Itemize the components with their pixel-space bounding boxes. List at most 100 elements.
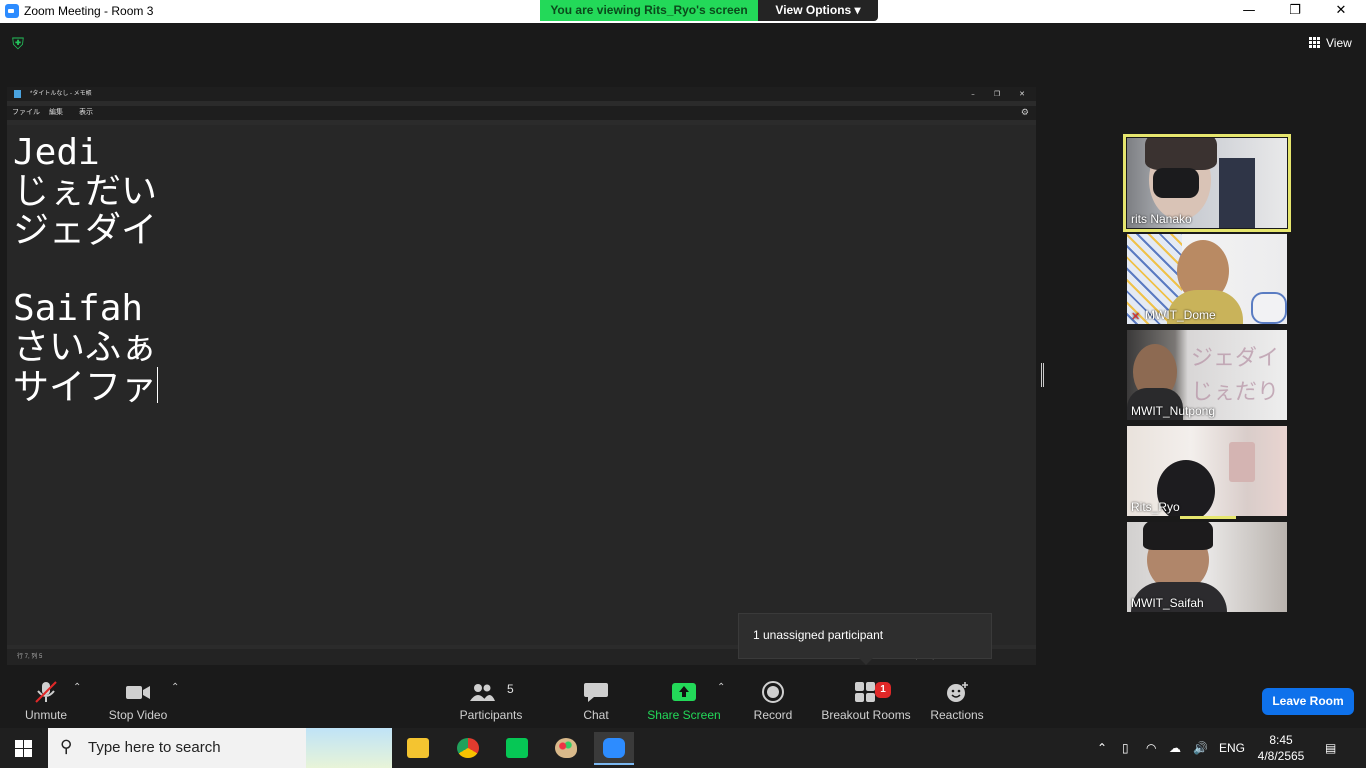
- breakout-rooms-label: Breakout Rooms: [821, 708, 911, 722]
- video-door: [1229, 442, 1255, 482]
- taskbar-paint[interactable]: [546, 732, 586, 765]
- video-background: [1219, 158, 1255, 228]
- share-screen-label: Share Screen: [647, 708, 721, 722]
- search-icon: ⚲: [60, 737, 73, 757]
- breakout-tooltip: 1 unassigned participant: [738, 613, 992, 665]
- participant-name-row: ✕ MWIT_Dome: [1131, 308, 1216, 323]
- grid-icon: [1309, 37, 1320, 48]
- panel-resize-handle[interactable]: [1041, 363, 1044, 387]
- muted-mic-icon: ✕: [1131, 310, 1141, 323]
- show-hidden-icons-chevron-icon[interactable]: ⌃: [1097, 728, 1107, 768]
- wifi-icon[interactable]: ◠: [1146, 728, 1156, 768]
- taskbar-search-box[interactable]: ⚲ Type here to search: [48, 728, 392, 768]
- view-label: View: [1326, 36, 1352, 50]
- window-title: Zoom Meeting - Room 3: [24, 4, 154, 18]
- muted-mic-icon: [35, 681, 57, 703]
- participant-name: Rits_Ryo: [1131, 500, 1180, 514]
- taskbar-chrome[interactable]: [448, 732, 488, 765]
- text-line: ジェダイ: [13, 210, 158, 251]
- notepad-menubar: ファイル 編集 表示 ⚙: [7, 106, 1036, 120]
- unmute-button[interactable]: Unmute: [10, 667, 82, 728]
- device-icon[interactable]: ▯: [1122, 728, 1129, 768]
- notepad-icon: [14, 90, 21, 98]
- text-line: サイファ: [13, 367, 158, 408]
- audio-options-chevron-icon[interactable]: ⌃: [73, 682, 81, 693]
- volume-icon[interactable]: 🔊: [1193, 728, 1208, 768]
- record-button[interactable]: Record: [743, 667, 803, 728]
- text-line: さいふぁ: [13, 327, 158, 368]
- participants-label: Participants: [459, 708, 523, 722]
- participant-name: rits Nanako: [1131, 212, 1192, 226]
- notepad-menu-file: ファイル: [12, 109, 40, 116]
- participant-name: MWIT_Saifah: [1131, 596, 1204, 610]
- notepad-menu-edit: 編集: [49, 109, 63, 116]
- share-screen-icon: [672, 683, 696, 701]
- share-screen-button[interactable]: Share Screen: [645, 667, 723, 728]
- taskbar-zoom[interactable]: [594, 732, 634, 765]
- video-mask: [1153, 168, 1199, 198]
- speaking-indicator: [1180, 516, 1236, 519]
- video-options-chevron-icon[interactable]: ⌃: [171, 682, 179, 693]
- text-line-last: サイファ: [13, 367, 1036, 407]
- unmute-label: Unmute: [24, 708, 68, 722]
- notepad-minimize-icon: –: [971, 90, 975, 98]
- stop-video-label: Stop Video: [108, 708, 168, 722]
- participant-tile-mwit-saifah[interactable]: MWIT_Saifah: [1127, 522, 1287, 612]
- leave-room-button[interactable]: Leave Room: [1262, 688, 1354, 715]
- share-options-chevron-icon[interactable]: ⌃: [717, 682, 725, 693]
- notepad-text-area: Jedi じぇだい ジェダイ Saifah さいふぁ サイファ: [7, 125, 1036, 645]
- text-cursor: [157, 367, 159, 403]
- view-layout-button[interactable]: View: [1300, 34, 1360, 52]
- taskbar-line[interactable]: [497, 732, 537, 765]
- taskbar-clock[interactable]: 8:45 4/8/2565: [1256, 732, 1306, 764]
- participants-count: 5: [507, 682, 514, 696]
- text-line: Jedi: [13, 132, 100, 173]
- participant-tile-mwit-nutpong[interactable]: ジェダイ じぇだり MWIT_Nutpong: [1127, 330, 1287, 420]
- notifications-icon[interactable]: ▤: [1325, 728, 1336, 768]
- participant-tile-rits-nanako[interactable]: rits Nanako: [1123, 134, 1291, 232]
- text-line: [13, 250, 1036, 289]
- notepad-settings-icon: ⚙: [1020, 108, 1029, 118]
- participant-name: MWIT_Nutpong: [1131, 404, 1216, 418]
- taskbar-file-explorer[interactable]: [398, 732, 438, 765]
- viewing-screen-banner: You are viewing Rits_Ryo's screen: [540, 0, 758, 21]
- windows-taskbar: ⚲ Type here to search ⌃ ▯ ◠ ☁ 🔊 ENG 8:45…: [0, 728, 1366, 768]
- windows-start-icon[interactable]: [15, 740, 32, 757]
- folder-icon: [407, 738, 429, 758]
- participant-tile-mwit-dome[interactable]: ✕ MWIT_Dome: [1127, 234, 1287, 324]
- video-hair: [1145, 138, 1217, 170]
- shared-screen: *タイトルなし - メモ帳 – ❐ ✕ ファイル 編集 表示 ⚙ Jedi じぇだ…: [7, 87, 1036, 665]
- search-placeholder: Type here to search: [88, 739, 221, 756]
- notepad-titlebar: *タイトルなし - メモ帳 – ❐ ✕: [7, 87, 1036, 101]
- clock-date: 4/8/2565: [1257, 749, 1305, 763]
- reactions-button[interactable]: Reactions: [926, 667, 988, 728]
- text-line: じぇだい: [13, 171, 158, 212]
- meeting-toolbar: Unmute ⌃ Stop Video ⌃ 5 Participants Cha…: [0, 667, 1366, 728]
- chat-bubble-icon: [584, 683, 608, 702]
- zoom-app-icon: [5, 4, 19, 18]
- line-icon: [506, 738, 528, 758]
- view-options-button[interactable]: View Options ▾: [758, 0, 878, 21]
- minimize-button[interactable]: —: [1226, 0, 1272, 23]
- zoom-icon: [603, 738, 625, 758]
- chat-label: Chat: [583, 708, 609, 722]
- breakout-rooms-button[interactable]: 1 Breakout Rooms: [818, 667, 914, 728]
- text-line: Saifah: [13, 288, 144, 329]
- paint-palette-icon: [555, 738, 577, 758]
- video-hair: [1143, 522, 1213, 550]
- stop-video-button[interactable]: Stop Video: [102, 667, 174, 728]
- video-camera-icon: [126, 686, 150, 699]
- chrome-icon: [457, 738, 479, 758]
- security-shield-icon[interactable]: ⛨: [12, 35, 28, 53]
- language-indicator[interactable]: ENG: [1219, 728, 1245, 768]
- chat-button[interactable]: Chat: [566, 667, 626, 728]
- participants-icon: [469, 684, 495, 701]
- breakout-badge: 1: [875, 682, 891, 698]
- participants-button[interactable]: 5 Participants: [452, 667, 530, 728]
- maximize-button[interactable]: ❐: [1272, 0, 1318, 23]
- clock-time: 8:45: [1269, 733, 1293, 747]
- close-button[interactable]: ✕: [1318, 0, 1364, 23]
- reactions-label: Reactions: [930, 708, 984, 722]
- onedrive-cloud-icon[interactable]: ☁: [1169, 728, 1181, 768]
- participant-tile-rits-ryo[interactable]: Rits_Ryo: [1127, 426, 1287, 516]
